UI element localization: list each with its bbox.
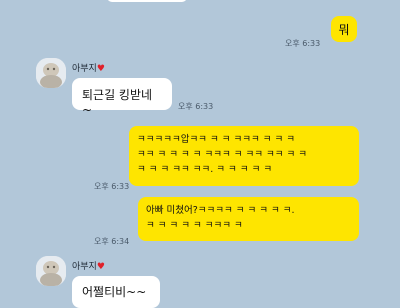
sender-name-text: 아부지 <box>72 262 97 272</box>
message-time: 오후 6:33 <box>178 102 214 111</box>
message-text: 뭐 <box>338 22 350 37</box>
heart-icon: ♥ <box>96 64 105 74</box>
sender-name-text: 아부지 <box>72 64 97 74</box>
avatar-image <box>36 58 66 88</box>
received-message-bubble[interactable]: 어쩔티비~~ <box>72 276 160 308</box>
message-time: 오후 6:33 <box>94 182 130 191</box>
heart-icon: ♥ <box>96 262 105 272</box>
sender-name: 아부지♥ <box>72 259 105 272</box>
message-time: 오후 6:34 <box>94 237 130 246</box>
sender-name: 아부지♥ <box>72 61 105 74</box>
message-bubble-partial[interactable] <box>107 0 187 2</box>
sent-message-bubble[interactable]: ㅋㅋㅋㅋㅋ압ㅋㅋ ㅋ ㅋ ㅋㅋㅋ ㅋ ㅋ ㅋ ㅋㅋ ㅋ ㅋ ㅋ ㅋ ㅋㅋㅋ ㅋ … <box>129 126 359 186</box>
chat-area[interactable]: 뭐 오후 6:33 아부지♥ 퇴근길 킹받네~ 오후 6:33 ㅋㅋㅋㅋㅋ압ㅋㅋ… <box>0 0 400 308</box>
sent-message-bubble[interactable]: 뭐 <box>331 16 357 42</box>
avatar-image <box>36 256 66 286</box>
message-text: 아빠 미쳤어?ㅋㅋㅋㅋ ㅋ ㅋ ㅋ ㅋ ㅋ. ㅋ ㅋ ㅋ ㅋ ㅋ ㅋㅋㅋ ㅋ <box>146 205 295 231</box>
message-text: 퇴근길 킹받네~ <box>82 88 153 117</box>
avatar[interactable] <box>36 58 66 88</box>
received-message-bubble[interactable]: 퇴근길 킹받네~ <box>72 78 172 117</box>
sent-message-bubble[interactable]: 아빠 미쳤어?ㅋㅋㅋㅋ ㅋ ㅋ ㅋ ㅋ ㅋ. ㅋ ㅋ ㅋ ㅋ ㅋ ㅋㅋㅋ ㅋ <box>138 197 359 241</box>
message-text: ㅋㅋㅋㅋㅋ압ㅋㅋ ㅋ ㅋ ㅋㅋㅋ ㅋ ㅋ ㅋ ㅋㅋ ㅋ ㅋ ㅋ ㅋ ㅋㅋㅋ ㅋ … <box>137 134 308 175</box>
message-time: 오후 6:33 <box>285 39 321 48</box>
message-text: 어쩔티비~~ <box>82 285 147 299</box>
avatar[interactable] <box>36 256 66 286</box>
